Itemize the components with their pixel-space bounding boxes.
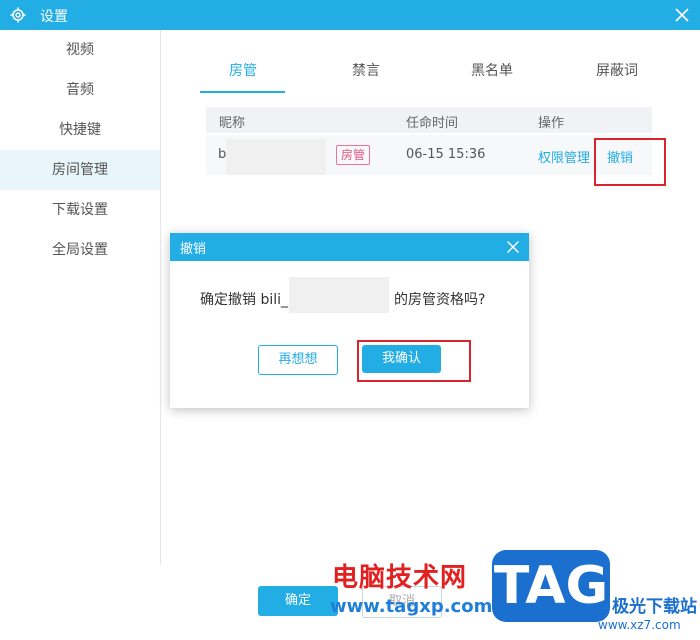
revoke-confirm-dialog: 撤销 确定撤销 bili_ 的房管资格吗? 再想想 我确认	[170, 233, 529, 408]
window-title: 设置	[40, 9, 68, 25]
table-row: b 房管 06-15 15:36 权限管理 撤销	[206, 135, 652, 175]
moderator-badge: 房管	[336, 145, 370, 165]
sidebar-item-download-settings[interactable]: 下载设置	[0, 190, 160, 230]
permission-management-link[interactable]: 权限管理	[538, 147, 590, 166]
nickname-redaction	[226, 139, 326, 175]
tab-moderators[interactable]: 房管	[200, 60, 286, 88]
sidebar-item-audio[interactable]: 音频	[0, 70, 160, 110]
think-again-button[interactable]: 再想想	[258, 345, 338, 375]
ok-button[interactable]: 确定	[258, 586, 338, 616]
tab-blocked-words[interactable]: 屏蔽词	[574, 60, 660, 88]
sidebar-item-global-settings[interactable]: 全局设置	[0, 230, 160, 270]
dialog-title: 撤销	[180, 242, 207, 257]
table-header: 昵称 任命时间 操作	[206, 107, 652, 133]
watermark-site-name: 电脑技术网	[332, 563, 468, 593]
close-icon[interactable]	[674, 7, 690, 23]
gear-icon	[10, 7, 26, 23]
tab-blacklist[interactable]: 黑名单	[449, 60, 535, 88]
title-bar: 设置	[0, 0, 700, 30]
tab-mute[interactable]: 禁言	[323, 60, 409, 88]
sidebar-item-video[interactable]: 视频	[0, 30, 160, 70]
column-header-nickname: 昵称	[219, 116, 246, 131]
tag-logo-subtitle: 极光下载站	[612, 597, 697, 617]
dialog-close-icon[interactable]	[506, 240, 520, 254]
dialog-message-prefix: 确定撤销 bili_	[200, 292, 289, 308]
dialog-header: 撤销	[170, 233, 529, 261]
settings-sidebar: 视频 音频 快捷键 房间管理 下载设置 全局设置	[0, 30, 161, 565]
appointment-time: 06-15 15:36	[406, 147, 486, 162]
highlight-box-confirm	[357, 340, 471, 382]
sidebar-item-room-management[interactable]: 房间管理	[0, 150, 160, 190]
active-tab-indicator	[200, 91, 285, 93]
column-header-time: 任命时间	[406, 116, 459, 131]
column-header-action: 操作	[538, 116, 565, 131]
watermark-site-url: www.tagxp.com	[330, 596, 493, 617]
username-redaction	[289, 277, 389, 313]
tag-logo: TAG	[492, 550, 610, 622]
dialog-message-suffix: 的房管资格吗?	[394, 292, 486, 308]
sidebar-item-shortcuts[interactable]: 快捷键	[0, 110, 160, 150]
tag-logo-url: www.xz7.com	[598, 618, 681, 632]
highlight-box-revoke	[594, 138, 666, 186]
